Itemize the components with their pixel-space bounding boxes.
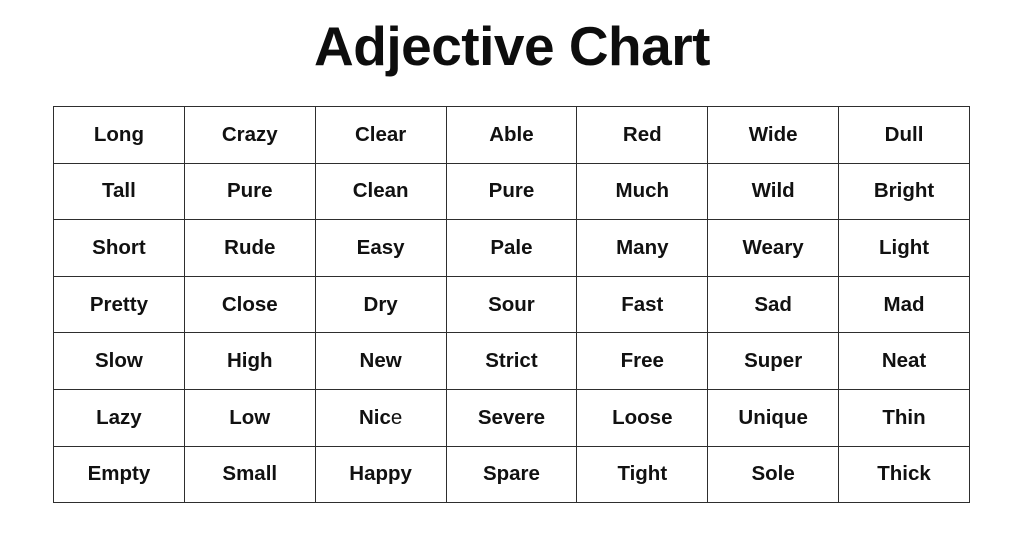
adjective-cell: Weary xyxy=(707,219,840,277)
adjective-cell: New xyxy=(314,332,447,390)
adjective-cell: Strict xyxy=(445,332,578,390)
table-row: Slow High New Strict Free Super Neat xyxy=(53,332,970,390)
adjective-cell: Clear xyxy=(314,106,447,164)
adjective-cell: Spare xyxy=(445,445,578,504)
adjective-cell: Red xyxy=(576,106,709,164)
adjective-cell: Neat xyxy=(838,332,970,390)
adjective-cell: Happy xyxy=(314,445,447,504)
table-row: Short Rude Easy Pale Many Weary Light xyxy=(53,219,970,277)
adjective-cell: Nice xyxy=(314,388,447,447)
adjective-cell: Many xyxy=(576,219,709,277)
adjective-cell: Sour xyxy=(445,275,578,334)
adjective-table: Long Crazy Clear Able Red Wide Dull Tall Pure Cle… xyxy=(53,106,970,504)
table-row: Pretty Close Dry Sour Fast Sad Mad xyxy=(53,275,970,334)
table-row: Empty Small Happy Spare Tight Sole Thick xyxy=(53,445,970,504)
adjective-cell: Unique xyxy=(707,388,840,447)
adjective-cell: Fast xyxy=(576,275,709,334)
adjective-cell: Severe xyxy=(445,388,578,447)
adjective-cell: Pale xyxy=(445,219,578,277)
adjective-cell: Sole xyxy=(707,445,840,504)
adjective-cell: Long xyxy=(53,106,185,164)
adjective-cell: Small xyxy=(183,445,316,504)
adjective-cell: Wide xyxy=(707,106,840,164)
adjective-cell: Sad xyxy=(707,275,840,334)
adjective-cell: Clean xyxy=(314,162,447,221)
adjective-cell: Empty xyxy=(53,445,185,504)
adjective-cell: Wild xyxy=(707,162,840,221)
adjective-cell: Free xyxy=(576,332,709,390)
adjective-chart-page: Adjective Chart Long Crazy Clear Able Red Wid… xyxy=(0,0,1024,536)
adjective-table-container: Long Crazy Clear Able Red Wide Dull Tall Pure Cle… xyxy=(53,106,970,504)
adjective-cell: Dull xyxy=(838,106,970,164)
adjective-cell: Rude xyxy=(183,219,316,277)
adjective-cell: Light xyxy=(838,219,970,277)
adjective-cell: Able xyxy=(445,106,578,164)
adjective-cell: Loose xyxy=(576,388,709,447)
adjective-cell: Super xyxy=(707,332,840,390)
adjective-cell: Mad xyxy=(838,275,970,334)
adjective-cell: Low xyxy=(183,388,316,447)
adjective-table-body: Long Crazy Clear Able Red Wide Dull Tall Pure Cle… xyxy=(53,106,970,504)
adjective-cell: High xyxy=(183,332,316,390)
table-row: Tall Pure Clean Pure Much Wild Bright xyxy=(53,162,970,221)
adjective-cell: Lazy xyxy=(53,388,185,447)
adjective-cell: Pure xyxy=(445,162,578,221)
adjective-cell-light-tail: e xyxy=(390,405,403,429)
table-row: Lazy Low Nice Severe Loose Unique Thin xyxy=(53,388,970,447)
table-row: Long Crazy Clear Able Red Wide Dull xyxy=(53,106,970,164)
adjective-cell: Pure xyxy=(183,162,316,221)
adjective-cell: Tight xyxy=(576,445,709,504)
adjective-cell: Crazy xyxy=(183,106,316,164)
adjective-cell: Much xyxy=(576,162,709,221)
adjective-cell: Pretty xyxy=(53,275,185,334)
adjective-cell: Thin xyxy=(838,388,970,447)
adjective-cell: Thick xyxy=(838,445,970,504)
adjective-cell: Easy xyxy=(314,219,447,277)
adjective-cell: Bright xyxy=(838,162,970,221)
page-title: Adjective Chart xyxy=(314,15,710,77)
adjective-cell: Short xyxy=(53,219,185,277)
adjective-cell: Dry xyxy=(314,275,447,334)
adjective-cell: Slow xyxy=(53,332,185,390)
adjective-cell: Close xyxy=(183,275,316,334)
adjective-cell: Tall xyxy=(53,162,185,221)
